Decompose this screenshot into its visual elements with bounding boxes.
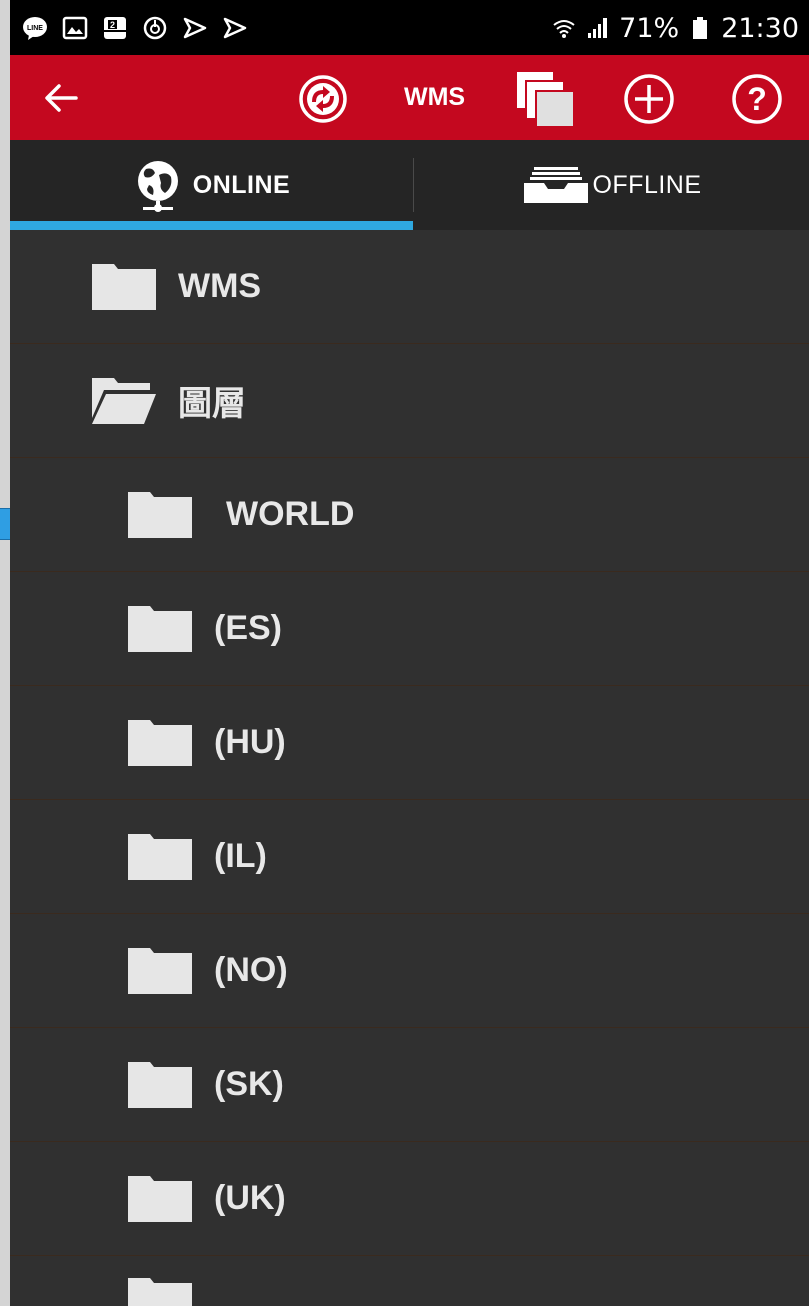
sync-button[interactable] <box>298 74 348 124</box>
add-circle-icon <box>624 74 674 124</box>
list-item-selected[interactable]: WORLD <box>10 458 809 572</box>
list-item-label: (NO) <box>214 951 288 989</box>
list-item[interactable]: (ES) <box>10 572 809 686</box>
folder-icon <box>128 491 192 538</box>
folder-icon <box>128 1278 192 1306</box>
list-item-label: 圖層 <box>178 385 246 423</box>
list-item-label: (HU) <box>214 723 286 761</box>
list-item-label: (ES) <box>214 609 282 647</box>
line-icon: LINE <box>22 15 48 41</box>
list-item[interactable]: (NO) <box>10 914 809 1028</box>
tab-bar: ONLINE OFFLINE <box>10 140 809 230</box>
signal-icon <box>585 15 611 41</box>
help-icon: ? <box>732 74 782 124</box>
add-button[interactable] <box>623 73 675 125</box>
list-item[interactable]: (UK) <box>10 1142 809 1256</box>
help-button[interactable]: ? <box>731 73 783 125</box>
list-item-label: WORLD <box>226 495 355 533</box>
folder-tree: WMS 圖層 WORLD (ES) (HU) (IL) (NO) (SK) (U… <box>10 230 809 1306</box>
list-item[interactable]: (HU) <box>10 686 809 800</box>
tray-icon <box>524 167 589 203</box>
notification-icons: LINE 2 <box>22 12 248 44</box>
list-item[interactable]: (SK) <box>10 1028 809 1142</box>
status-bar: LINE 2 71% 21:30 <box>10 0 809 55</box>
layers-button[interactable] <box>515 70 575 128</box>
folder-icon <box>92 263 156 310</box>
play-store-icon <box>182 15 208 41</box>
list-item-label: (IL) <box>214 837 267 875</box>
svg-text:?: ? <box>747 81 767 117</box>
battery-percent: 71% <box>619 12 680 44</box>
tab-offline-label: OFFLINE <box>592 170 702 199</box>
folder-open-icon <box>92 377 156 424</box>
tab-divider <box>413 158 414 212</box>
app-frame: LINE 2 71% 21:30 WMS ? ONLINE OFFLINE WM… <box>10 0 809 1306</box>
power-saving-icon <box>142 15 168 41</box>
folder-icon <box>128 605 192 652</box>
list-item[interactable]: WMS <box>10 230 809 344</box>
play-store-icon <box>222 15 248 41</box>
svg-text:2: 2 <box>110 20 115 30</box>
battery-icon <box>687 15 713 41</box>
list-item[interactable]: 圖層 <box>10 344 809 458</box>
image-icon <box>62 15 88 41</box>
list-item-partial[interactable] <box>10 1256 809 1306</box>
globe-network-icon <box>137 161 178 212</box>
app-bar: WMS ? <box>10 55 809 140</box>
svg-text:LINE: LINE <box>27 25 43 32</box>
list-item-label: (SK) <box>214 1065 284 1103</box>
sync-icon <box>299 75 347 123</box>
list-item-label: WMS <box>178 267 262 305</box>
back-button[interactable] <box>38 75 84 121</box>
tab-offline[interactable]: OFFLINE <box>415 140 809 230</box>
list-item-label: (UK) <box>214 1179 286 1217</box>
clock: 21:30 <box>721 12 799 44</box>
folder-icon <box>128 1061 192 1108</box>
folder-icon <box>128 1175 192 1222</box>
folder-icon <box>128 947 192 994</box>
tab-indicator <box>10 221 413 230</box>
tab-online[interactable]: ONLINE <box>10 140 413 230</box>
tab-online-label: ONLINE <box>192 170 291 199</box>
list-item[interactable]: (IL) <box>10 800 809 914</box>
layers-icon <box>517 72 573 126</box>
left-edge-strip <box>0 0 10 1306</box>
wifi-icon <box>551 15 577 41</box>
calendar-icon: 2 <box>102 15 128 41</box>
back-arrow-icon <box>45 84 78 112</box>
app-title: WMS <box>404 83 466 111</box>
system-status: 71% 21:30 <box>551 10 799 46</box>
folder-icon <box>128 719 192 766</box>
folder-icon <box>128 833 192 880</box>
